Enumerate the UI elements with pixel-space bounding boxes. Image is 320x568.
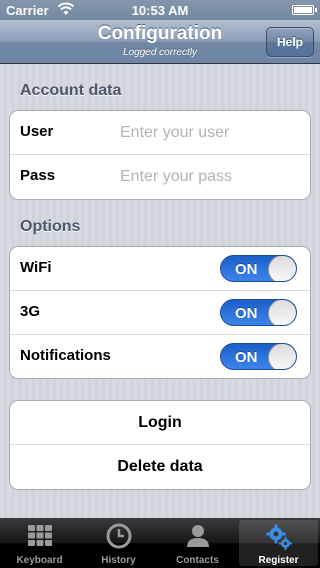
tab-bar: Keyboard History Contacts Register — [0, 518, 320, 568]
options-group: WiFi ON 3G ON Notifications ON — [9, 246, 311, 379]
user-input[interactable] — [120, 121, 300, 145]
actions-group: Login Delete data — [9, 400, 311, 490]
user-row: User — [10, 111, 310, 155]
3g-row: 3G ON — [10, 291, 310, 335]
notifications-toggle[interactable]: ON — [220, 343, 297, 370]
3g-label: 3G — [20, 303, 41, 320]
pass-input[interactable] — [120, 165, 300, 189]
tab-contacts[interactable]: Contacts — [158, 518, 237, 568]
navigation-bar: Configuration Logged correctly Help — [0, 20, 320, 64]
notifications-row: Notifications ON — [10, 335, 310, 379]
tab-keyboard-label: Keyboard — [16, 555, 63, 566]
help-button[interactable]: Help — [266, 27, 314, 57]
user-label: User — [20, 123, 54, 140]
wifi-toggle-knob — [268, 256, 296, 281]
battery-icon — [292, 5, 317, 15]
tab-keyboard[interactable]: Keyboard — [0, 518, 79, 568]
gears-icon — [266, 524, 292, 550]
notifications-toggle-state: ON — [235, 349, 258, 366]
tab-register-label: Register — [258, 555, 299, 566]
tab-history[interactable]: History — [79, 518, 158, 568]
3g-toggle-knob — [268, 300, 296, 325]
pass-label: Pass — [20, 167, 56, 184]
3g-toggle[interactable]: ON — [220, 299, 297, 326]
wifi-toggle[interactable]: ON — [220, 255, 297, 282]
options-section-header: Options — [20, 218, 81, 235]
wifi-label: WiFi — [20, 259, 52, 276]
tab-register[interactable]: Register — [239, 520, 318, 566]
account-group: User Pass — [9, 110, 311, 200]
pass-row: Pass — [10, 155, 310, 199]
clock-icon — [106, 523, 131, 549]
wifi-toggle-state: ON — [235, 261, 258, 278]
wifi-row: WiFi ON — [10, 247, 310, 291]
tab-history-label: History — [101, 555, 136, 566]
login-button[interactable]: Login — [10, 401, 310, 445]
account-section-header: Account data — [20, 82, 122, 99]
3g-toggle-state: ON — [235, 305, 258, 322]
notifications-toggle-knob — [268, 344, 296, 369]
person-icon — [186, 525, 209, 547]
keypad-icon — [27, 525, 52, 546]
clock-time: 10:53 AM — [131, 3, 189, 18]
delete-data-button[interactable]: Delete data — [10, 445, 310, 489]
status-bar: Carrier 10:53 AM — [0, 0, 320, 20]
notifications-label: Notifications — [20, 347, 111, 364]
tab-contacts-label: Contacts — [176, 555, 219, 566]
